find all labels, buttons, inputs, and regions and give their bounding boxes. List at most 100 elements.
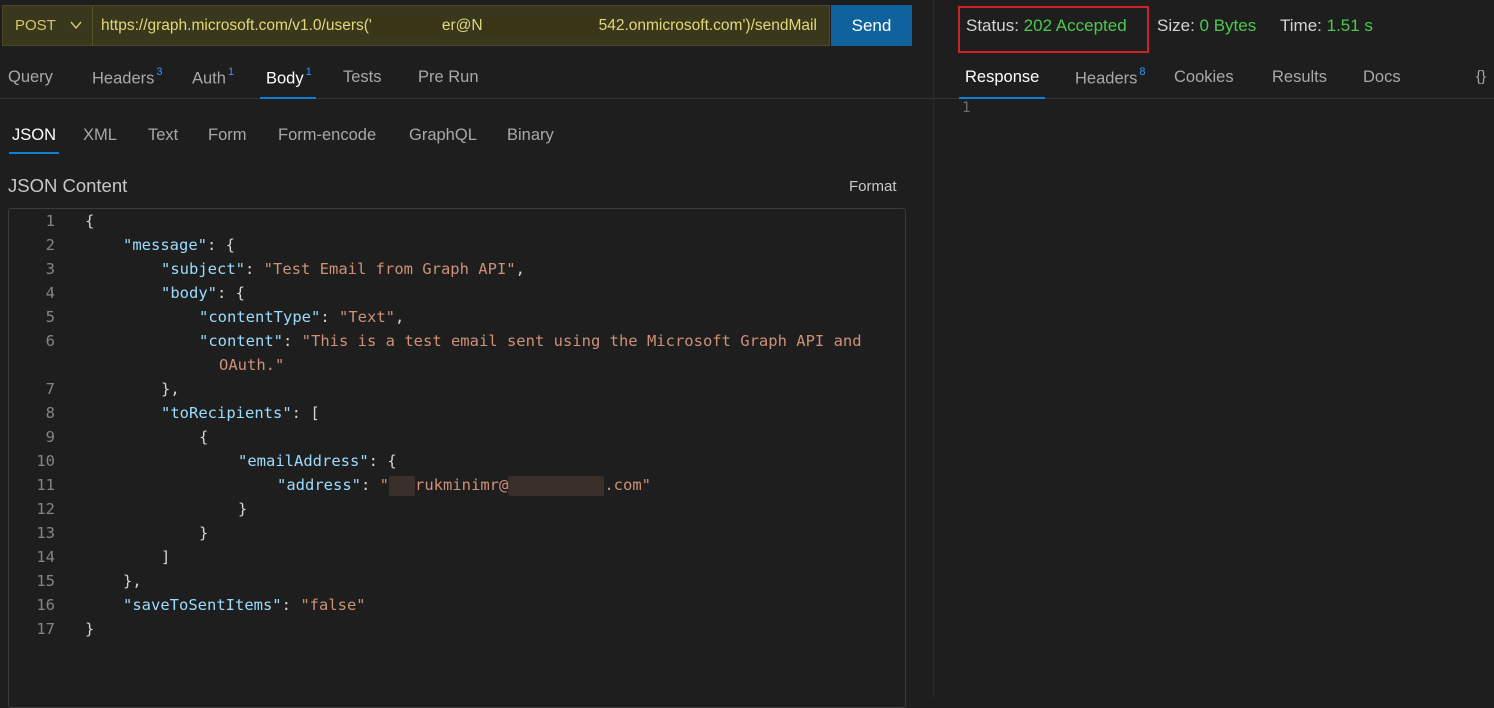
tab-cookies[interactable]: Cookies <box>1174 68 1234 96</box>
tab-headers[interactable]: Headers 3 <box>92 66 163 96</box>
url-suffix: 542.onmicrosoft.com')/sendMail <box>598 17 817 34</box>
time-value: 1.51 s <box>1326 16 1373 35</box>
code-line: }, <box>123 572 142 590</box>
subtab-form-encode[interactable]: Form-encode <box>278 126 376 152</box>
line-number: 4 <box>45 284 55 302</box>
time-readout: Time: 1.51 s <box>1280 16 1373 36</box>
json-key: "subject" <box>161 260 245 278</box>
tab-body[interactable]: Body 1 <box>260 66 316 99</box>
tab-label: Pre Run <box>418 68 479 86</box>
url-bar: POST https://graph.microsoft.com/v1.0/us… <box>2 5 830 46</box>
braces-icon[interactable]: {} <box>1476 68 1486 85</box>
tab-response-headers[interactable]: Headers 8 <box>1075 66 1146 96</box>
redacted-text <box>371 16 442 35</box>
status-value: 202 Accepted <box>1023 16 1127 35</box>
status-readout: Status: 202 Accepted <box>966 16 1127 36</box>
json-punct: : <box>281 596 301 614</box>
response-line-number: 1 <box>962 100 971 116</box>
line-number: 5 <box>45 308 55 326</box>
json-string-wrap: OAuth." <box>219 356 285 374</box>
tab-label: Cookies <box>1174 68 1234 86</box>
json-punct: : { <box>217 284 245 302</box>
tab-label: Tests <box>343 68 382 86</box>
subtab-xml[interactable]: XML <box>83 126 117 152</box>
code-line: } <box>199 524 209 542</box>
request-tabs: Query Headers 3 Auth 1 Body 1 Tests Pre Run <box>0 64 933 99</box>
url-middle: er@N <box>441 17 483 34</box>
json-key: "contentType" <box>199 308 321 326</box>
line-number: 2 <box>45 236 55 254</box>
size-readout: Size: 0 Bytes <box>1157 16 1256 36</box>
code-line: { <box>85 212 95 230</box>
json-punct: : <box>320 308 339 326</box>
line-number: 15 <box>36 572 55 590</box>
json-punct: : { <box>207 236 235 254</box>
subtab-graphql[interactable]: GraphQL <box>409 126 477 152</box>
tab-badge: 8 <box>1139 66 1146 78</box>
json-key: "body" <box>161 284 217 302</box>
json-punct: , <box>515 260 525 278</box>
line-number: 6 <box>45 332 55 350</box>
code-line: "subject": "Test Email from Graph API", <box>161 257 525 281</box>
tab-pre-run[interactable]: Pre Run <box>418 68 479 96</box>
line-number: 10 <box>36 452 55 470</box>
line-number: 11 <box>36 476 55 494</box>
json-editor[interactable]: 1{ 2 "message": { 3 "subject": "Test Email… <box>8 208 906 708</box>
subtab-binary[interactable]: Binary <box>507 126 554 152</box>
request-panel: POST https://graph.microsoft.com/v1.0/us… <box>0 0 933 708</box>
tab-label: Query <box>8 68 53 86</box>
url-input[interactable]: https://graph.microsoft.com/v1.0/users('… <box>101 6 817 45</box>
json-punct: : <box>283 332 302 350</box>
code-line: "message": { <box>123 233 235 257</box>
tab-badge: 1 <box>305 66 312 78</box>
json-string: .com" <box>604 476 652 494</box>
format-button[interactable]: Format <box>849 178 897 195</box>
subtab-text[interactable]: Text <box>148 126 178 152</box>
subtab-form[interactable]: Form <box>208 126 247 152</box>
line-number: 13 <box>36 524 55 542</box>
json-string: "This is a test email sent using the Mic… <box>301 332 862 350</box>
chevron-down-icon[interactable] <box>69 18 83 32</box>
json-key: "saveToSentItems" <box>123 596 282 614</box>
code-line: "address": " rukminimr@ .com" <box>277 473 651 497</box>
time-label: Time: <box>1280 16 1322 35</box>
json-string: "Text" <box>339 308 395 326</box>
tab-docs[interactable]: Docs <box>1363 68 1401 96</box>
tab-response[interactable]: Response <box>958 68 1046 99</box>
redacted-text <box>482 16 599 35</box>
json-string: "Test Email from Graph API" <box>263 260 516 278</box>
json-key: "content" <box>199 332 283 350</box>
line-number: 16 <box>36 596 55 614</box>
json-key: "toRecipients" <box>161 404 292 422</box>
tab-label: Body <box>266 69 304 88</box>
code-line: "toRecipients": [ <box>161 401 320 425</box>
tab-label: Response <box>965 68 1040 86</box>
send-button[interactable]: Send <box>831 5 912 46</box>
json-key: "emailAddress" <box>238 452 369 470</box>
json-content-title: JSON Content <box>8 175 128 196</box>
line-number: 1 <box>45 212 55 230</box>
tab-tests[interactable]: Tests <box>343 68 382 96</box>
code-line: "body": { <box>161 281 245 305</box>
tab-query[interactable]: Query <box>8 68 53 96</box>
line-number: 7 <box>45 380 55 398</box>
json-string: rukminimr@ <box>415 476 509 494</box>
response-tabs: Response Headers 8 Cookies Results Docs <box>934 64 1494 99</box>
tab-results[interactable]: Results <box>1272 68 1327 96</box>
tab-badge: 3 <box>156 66 163 78</box>
status-label: Status: <box>966 16 1019 35</box>
method-select[interactable]: POST <box>3 6 93 45</box>
line-number: 3 <box>45 260 55 278</box>
code-line: } <box>238 500 248 518</box>
subtab-json[interactable]: JSON <box>8 126 60 154</box>
json-key: "message" <box>123 236 207 254</box>
code-line: { <box>199 428 209 446</box>
tab-auth[interactable]: Auth 1 <box>192 66 234 96</box>
code-line: "saveToSentItems": "false" <box>123 593 366 617</box>
method-label: POST <box>15 17 56 34</box>
size-value: 0 Bytes <box>1199 16 1257 35</box>
json-string: "false" <box>300 596 366 614</box>
line-number: 9 <box>45 428 55 446</box>
json-string: " <box>379 476 390 494</box>
line-number: 12 <box>36 500 55 518</box>
